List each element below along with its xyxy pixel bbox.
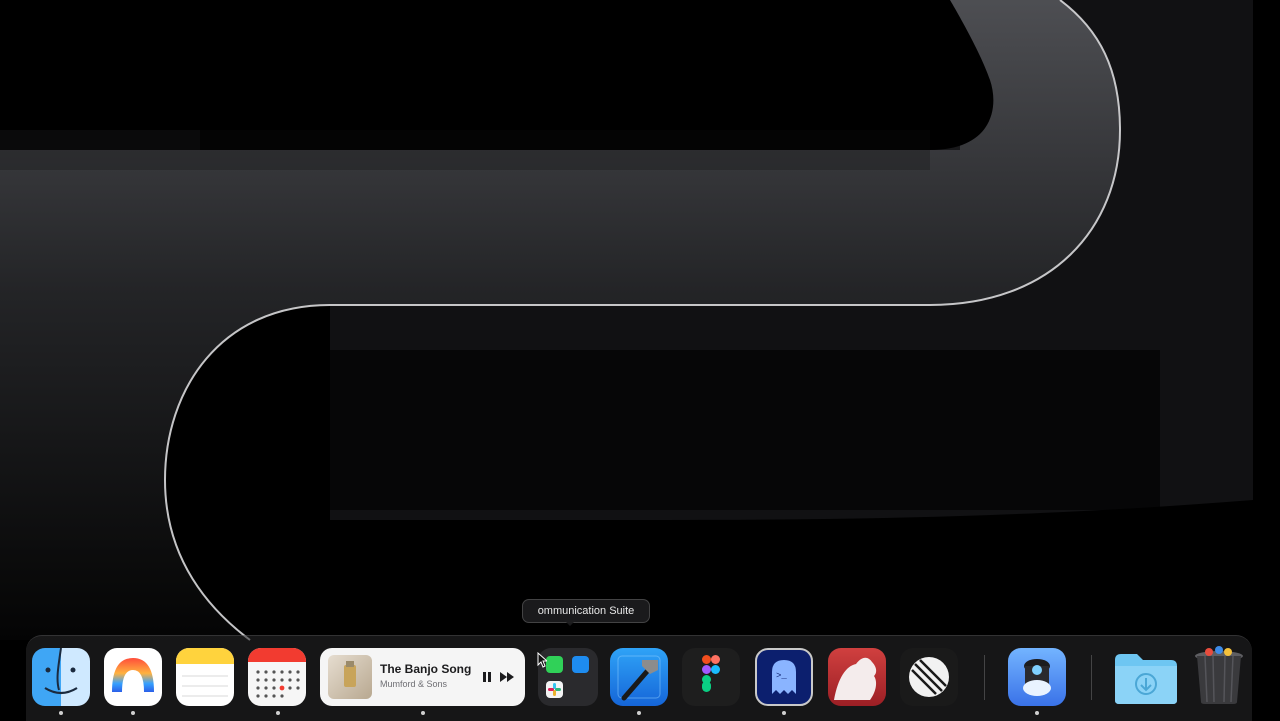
cleanup-icon[interactable] [1008, 648, 1066, 706]
trash-icon[interactable] [1191, 646, 1247, 706]
xcode-running-dot [637, 711, 641, 715]
arc-browser-icon[interactable] [104, 648, 162, 706]
bear-icon[interactable] [828, 648, 886, 706]
dock-tooltip-arrow [564, 620, 576, 626]
now-playing-running-dot [421, 711, 425, 715]
figma-icon[interactable] [682, 648, 740, 706]
dock-separator [984, 655, 985, 700]
calendar-icon[interactable] [248, 648, 306, 706]
now-playing-title: The Banjo Song [380, 662, 472, 676]
cleanup-running-dot [1035, 711, 1039, 715]
now-playing-widget[interactable]: The Banjo Song Mumford & Sons [320, 648, 525, 706]
communication-suite-folder[interactable] [538, 648, 598, 706]
slack-mini-icon [546, 681, 563, 698]
now-playing-artist: Mumford & Sons [380, 679, 448, 689]
calendar-running-dot [276, 711, 280, 715]
finder-running-dot [59, 711, 63, 715]
messages-mini-icon [546, 656, 563, 673]
arc-running-dot [131, 711, 135, 715]
xcode-hammer-icon[interactable] [610, 648, 668, 706]
dock-separator-2 [1091, 655, 1092, 700]
svg-text:>_: >_ [776, 671, 787, 681]
mouse-cursor-icon [537, 652, 547, 668]
album-art [328, 655, 372, 699]
dock-tooltip-label: ommunication Suite [537, 605, 635, 617]
notes-icon[interactable] [176, 648, 234, 706]
skip-forward-icon[interactable] [499, 671, 515, 683]
dock-tooltip: ommunication Suite [522, 599, 650, 623]
linear-icon[interactable] [900, 648, 958, 706]
ghost-running-dot [782, 711, 786, 715]
ghost-terminal-icon[interactable]: >_ [755, 648, 813, 706]
downloads-folder-icon[interactable] [1113, 650, 1179, 706]
finder-icon[interactable] [32, 648, 90, 706]
mail-mini-icon [572, 656, 589, 673]
pause-icon[interactable] [481, 671, 493, 683]
